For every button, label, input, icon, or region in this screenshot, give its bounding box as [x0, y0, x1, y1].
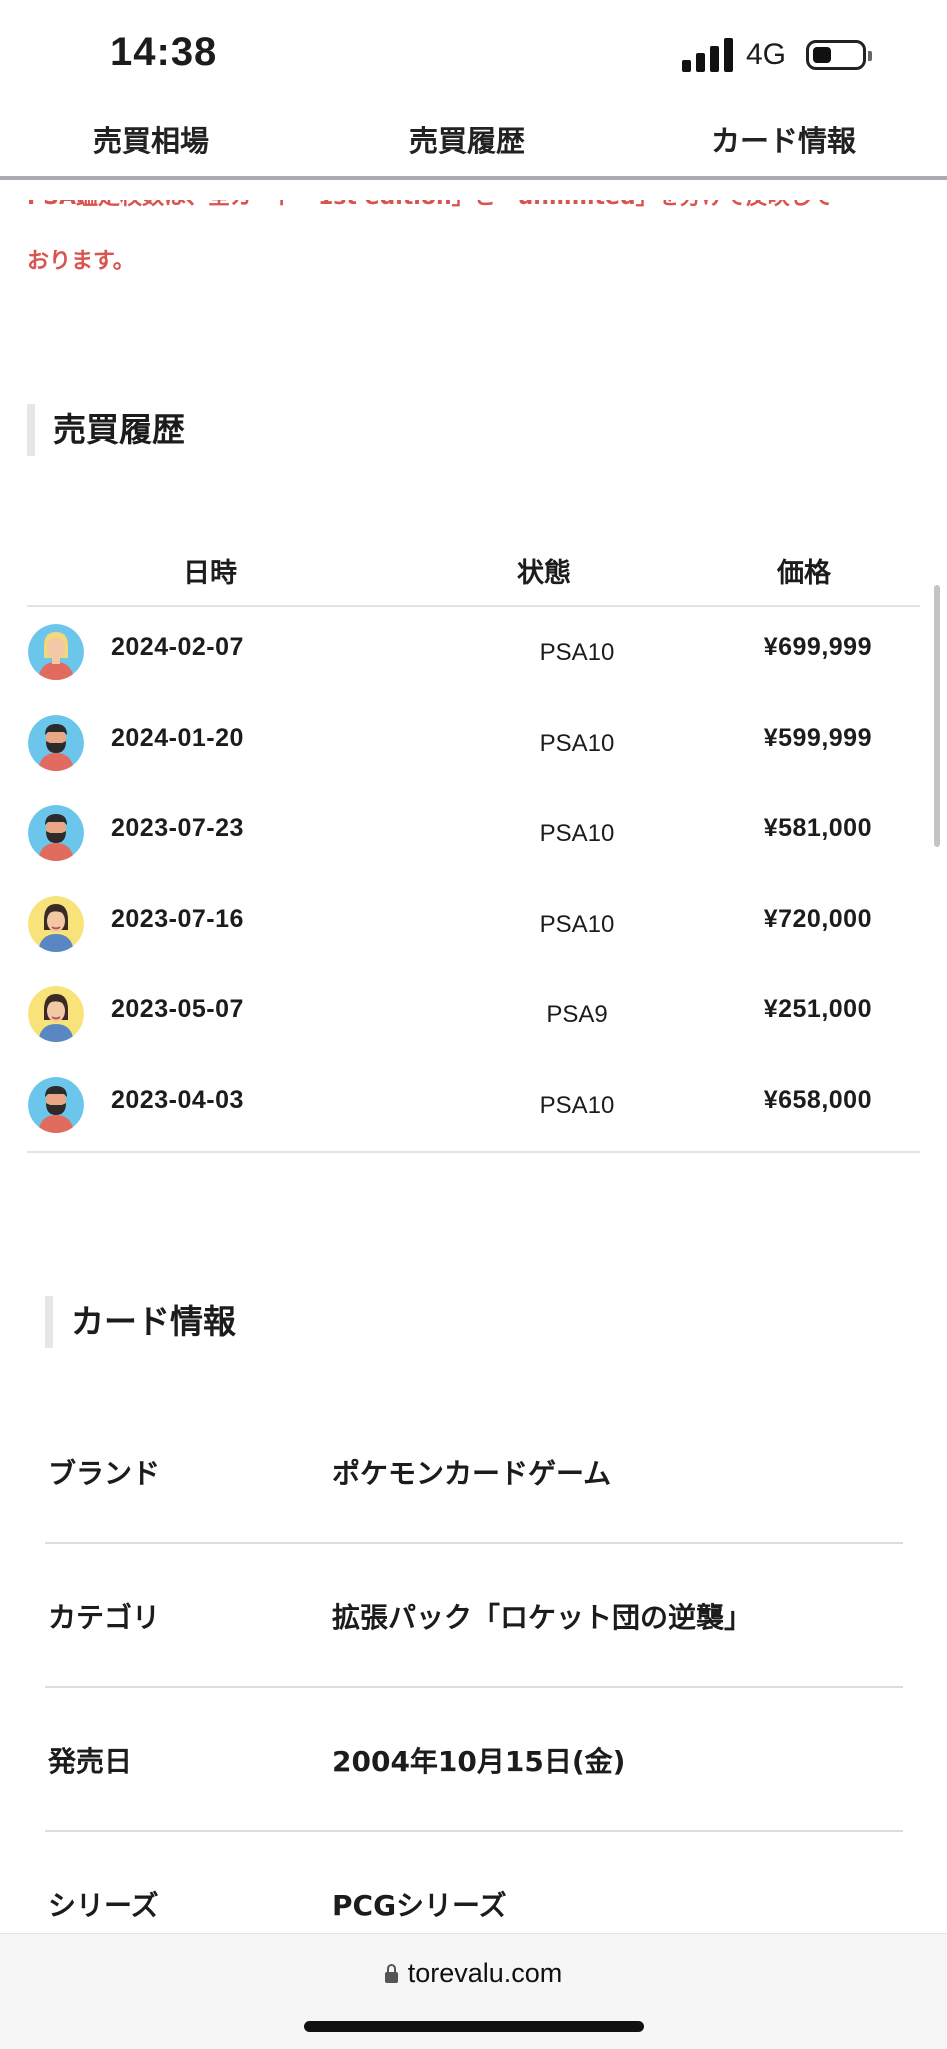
bearded-man-avatar: [28, 714, 84, 771]
info-value: 2004年10月15日(金): [332, 1745, 626, 1778]
tab-nav: 売買相場 売買履歴 カード情報: [0, 110, 947, 180]
info-value: PCGシリーズ: [332, 1889, 507, 1922]
table-row: 2024-02-07 PSA10 ¥699,999: [27, 607, 920, 698]
trade-price: ¥251,000: [763, 995, 872, 1023]
trade-price: ¥699,999: [763, 633, 872, 661]
network-type: 4G: [746, 38, 787, 71]
page-scrollbar[interactable]: [934, 585, 940, 847]
trade-price: ¥599,999: [763, 723, 872, 752]
info-value: 拡張パック「ロケット団の逆襲」: [332, 1601, 753, 1634]
brunette-woman-avatar: [28, 895, 84, 952]
brunette-woman-avatar: [28, 986, 84, 1042]
notice-line-1: PSA鑑定枚数は、全カード「1st edition」と「unlimited」を分…: [27, 200, 833, 214]
url-text: torevalu.com: [407, 1958, 563, 1988]
history-heading: 売買履歴: [27, 404, 185, 456]
trade-grade: PSA9: [546, 1001, 608, 1028]
bearded-man-avatar: [28, 1076, 84, 1133]
trade-price: ¥581,000: [763, 814, 872, 842]
battery-icon: [806, 40, 872, 70]
trade-price: ¥720,000: [763, 904, 872, 933]
table-row: 2023-07-23 PSA10 ¥581,000: [27, 788, 920, 879]
bearded-man-avatar: [28, 805, 84, 861]
info-label: ブランド: [48, 1457, 161, 1490]
info-label: カテゴリ: [48, 1601, 161, 1634]
table-row: 2023-04-03 PSA10 ¥658,000: [27, 1060, 920, 1151]
info-label: シリーズ: [48, 1889, 159, 1922]
trade-date: 2023-05-07: [111, 995, 244, 1023]
history-table-header: 日時 状態 価格: [27, 545, 920, 607]
trade-price: ¥658,000: [763, 1085, 872, 1114]
notice-line-2: おります。: [27, 249, 135, 274]
lock-icon: [384, 1964, 398, 1983]
info-label: 発売日: [48, 1745, 133, 1778]
column-date: 日時: [183, 558, 237, 589]
trade-date: 2023-07-23: [111, 814, 244, 842]
trade-grade: PSA10: [539, 639, 615, 666]
trade-date: 2024-02-07: [111, 633, 244, 661]
tab-market-price[interactable]: 売買相場: [93, 118, 209, 160]
info-row-category: カテゴリ 拡張パック「ロケット団の逆襲」: [45, 1544, 903, 1688]
tab-trade-history[interactable]: 売買履歴: [409, 118, 525, 160]
trade-grade: PSA10: [539, 1091, 615, 1119]
status-bar: 14:38 4G: [0, 0, 947, 110]
table-row: 2024-01-20 PSA10 ¥599,999: [27, 698, 920, 789]
card-info-table: ブランド ポケモンカードゲーム カテゴリ 拡張パック「ロケット団の逆襲」 発売日…: [45, 1400, 903, 1974]
column-price: 価格: [777, 558, 831, 589]
browser-url-bar[interactable]: torevalu.com: [0, 1933, 947, 2049]
trade-date: 2023-04-03: [111, 1085, 244, 1114]
history-table: 2024-02-07 PSA10 ¥699,999 2024-01-20 PSA…: [27, 607, 920, 1150]
trade-date: 2024-01-20: [111, 723, 244, 752]
psa-notice: PSA鑑定枚数は、全カード「1st edition」と「unlimited」を分…: [27, 200, 907, 280]
trade-grade: PSA10: [539, 820, 615, 847]
column-grade: 状態: [517, 558, 571, 589]
cellular-signal-icon: [682, 38, 734, 72]
home-indicator[interactable]: [304, 2021, 644, 2032]
trade-grade: PSA10: [539, 729, 615, 757]
info-value: ポケモンカードゲーム: [332, 1457, 612, 1490]
url-display[interactable]: torevalu.com: [0, 1958, 947, 1989]
info-row-release-date: 発売日 2004年10月15日(金): [45, 1688, 903, 1832]
info-row-brand: ブランド ポケモンカードゲーム: [45, 1400, 903, 1544]
table-row: 2023-07-16 PSA10 ¥720,000: [27, 879, 920, 970]
status-time: 14:38: [110, 30, 218, 74]
card-info-heading: カード情報: [45, 1296, 236, 1348]
trade-grade: PSA10: [539, 910, 615, 938]
trade-date: 2023-07-16: [111, 904, 244, 933]
tab-card-info[interactable]: カード情報: [711, 118, 856, 160]
table-row: 2023-05-07 PSA9 ¥251,000: [27, 969, 920, 1060]
blonde-woman-avatar: [28, 624, 84, 680]
table-bottom-divider: [27, 1151, 920, 1153]
